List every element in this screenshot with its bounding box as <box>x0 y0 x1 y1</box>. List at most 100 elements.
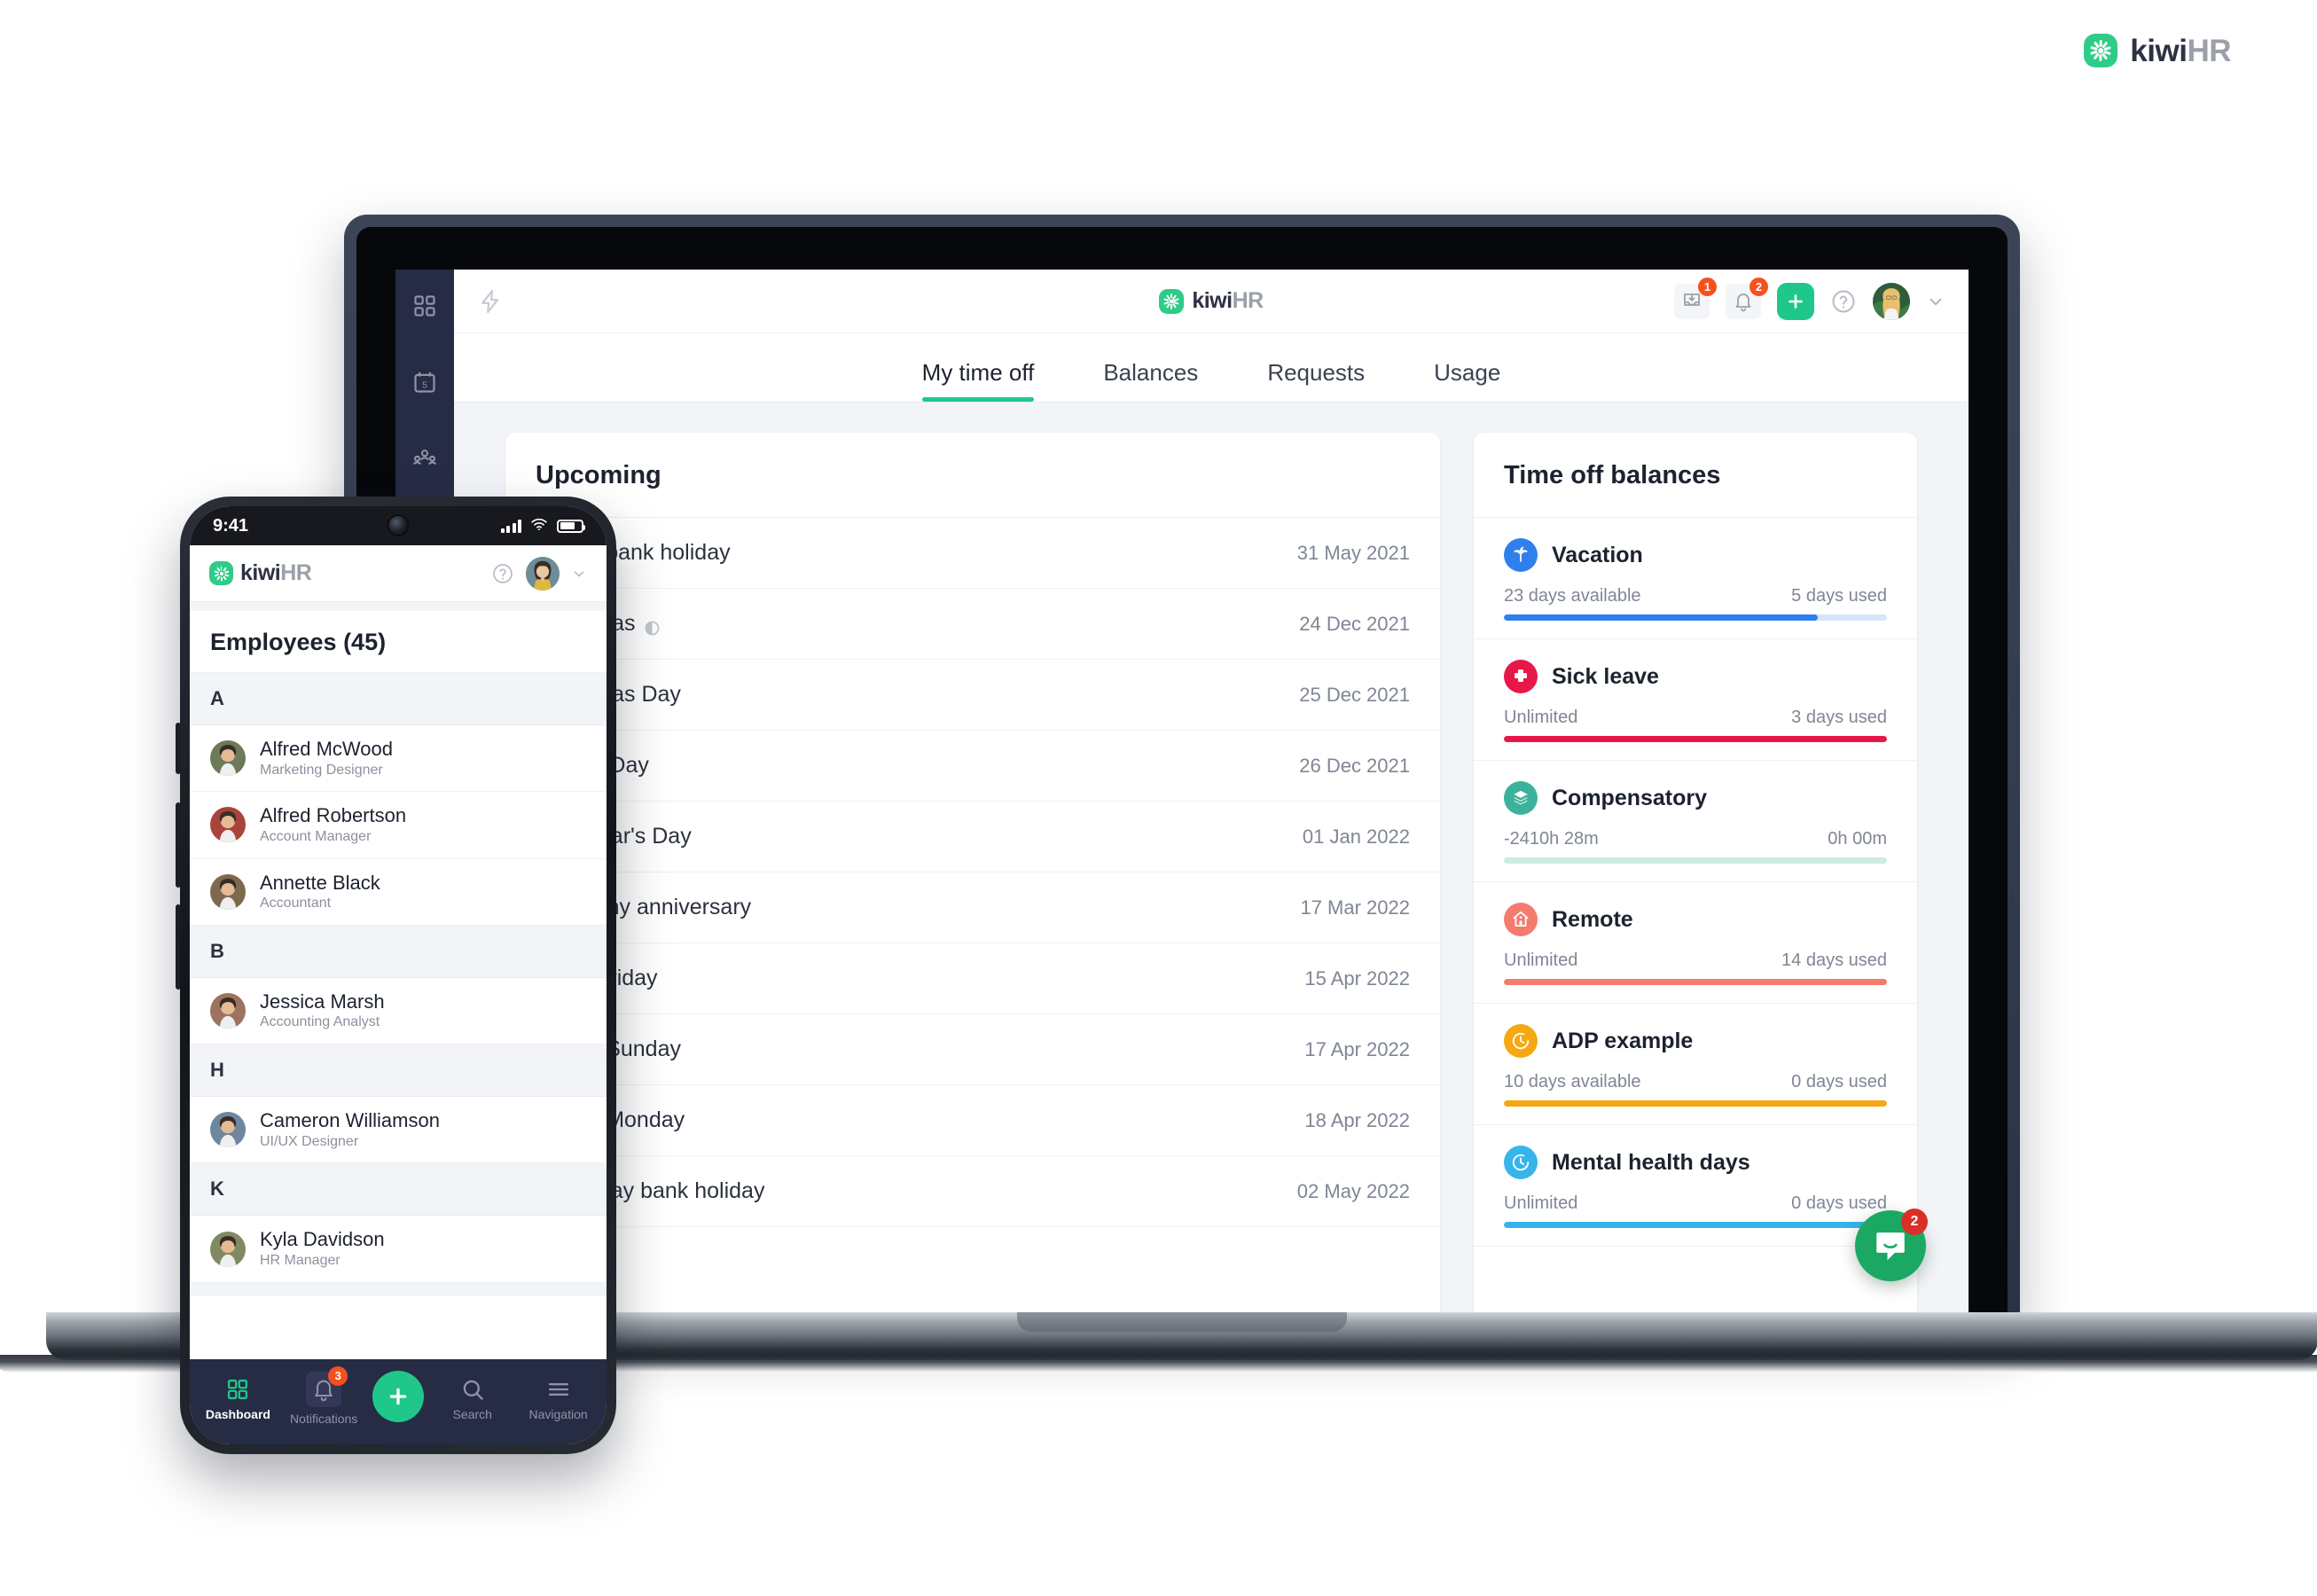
timeoff-tabs: My time off Balances Requests Usage <box>454 333 1969 403</box>
balance-row-head: ADP example <box>1504 1024 1887 1058</box>
employee-avatar <box>210 873 246 910</box>
brand-word-hr: HR <box>1232 288 1264 313</box>
sidebar-item-dashboard[interactable] <box>411 293 438 319</box>
balance-used: 3 days used <box>1791 708 1887 727</box>
nav-item-label: Notifications <box>290 1411 358 1426</box>
employee-list-item[interactable]: Alfred Robertson Account Manager <box>190 792 607 859</box>
kiwihr-brand-logo: kiwiHR <box>2084 34 2231 67</box>
employee-list-item[interactable]: Cameron Williamson UI/UX Designer <box>190 1097 607 1164</box>
balance-meta: 10 days available 0 days used <box>1504 1072 1887 1092</box>
phone-body: 9:41 kiwiHR Employees (45) A Alfred McWo… <box>180 497 616 1454</box>
nav-item-dashboard[interactable]: Dashboard <box>200 1376 275 1421</box>
tab-usage[interactable]: Usage <box>1434 359 1500 402</box>
employee-list-item[interactable]: Annette Black Accountant <box>190 859 607 926</box>
balance-row[interactable]: Sick leave Unlimited 3 days used <box>1474 639 1917 761</box>
employee-section-header-partial <box>190 1282 607 1295</box>
chevron-down-icon[interactable] <box>1926 292 1945 311</box>
create-fab-button[interactable] <box>372 1371 424 1422</box>
balances-list: Vacation 23 days available 5 days used Sick… <box>1474 518 1917 1247</box>
tab-balances[interactable]: Balances <box>1103 359 1198 402</box>
clock-icon <box>1504 1146 1538 1179</box>
intercom-badge: 2 <box>1901 1209 1928 1235</box>
employee-list[interactable]: A Alfred McWood Marketing Designer Alfred R… <box>190 673 607 1359</box>
employee-name: Alfred McWood <box>260 738 393 760</box>
upcoming-row[interactable]: Easter Monday18 Apr 2022 <box>505 1085 1440 1156</box>
chevron-down-icon[interactable] <box>571 566 587 582</box>
balance-progress-bar <box>1504 1100 1887 1107</box>
upcoming-row[interactable]: Christmas Day25 Dec 2021 <box>505 660 1440 731</box>
upcoming-card-header: Upcoming <box>505 433 1440 518</box>
balance-row[interactable]: Mental health days Unlimited 0 days used <box>1474 1125 1917 1247</box>
upcoming-row[interactable]: New Year's Day01 Jan 2022 <box>505 802 1440 872</box>
employee-avatar <box>210 807 246 843</box>
tab-requests[interactable]: Requests <box>1267 359 1365 402</box>
balance-row[interactable]: Vacation 23 days available 5 days used <box>1474 518 1917 639</box>
nav-badge: 3 <box>328 1365 348 1386</box>
user-avatar[interactable] <box>1873 282 1910 320</box>
balance-row[interactable]: Remote Unlimited 14 days used <box>1474 882 1917 1004</box>
upcoming-title: Upcoming <box>536 461 661 489</box>
phone-divider <box>190 602 607 611</box>
balance-available: Unlimited <box>1504 708 1578 727</box>
inbox-button[interactable]: 1 <box>1674 277 1717 319</box>
help-icon[interactable] <box>1830 288 1857 315</box>
balance-name: Mental health days <box>1552 1149 1750 1175</box>
upcoming-row[interactable]: Early May bank holiday 02 May 2022 <box>505 1156 1440 1227</box>
upcoming-row[interactable]: Spring bank holiday 31 May 2021 <box>505 518 1440 589</box>
balance-row-head: Mental health days <box>1504 1146 1887 1179</box>
create-button[interactable] <box>1777 282 1814 320</box>
phone-bottom-nav: Dashboard 3 Notifications Search Navigation <box>190 1359 607 1444</box>
upcoming-row[interactable]: Company anniversary 17 Mar 2022 <box>505 872 1440 943</box>
upcoming-row-date: 02 May 2022 <box>1296 1179 1410 1202</box>
notifications-button[interactable]: 2 <box>1726 277 1768 319</box>
employee-name: Cameron Williamson <box>260 1109 440 1132</box>
balance-meta: Unlimited 3 days used <box>1504 708 1887 728</box>
phone-camera <box>387 514 410 536</box>
intercom-chat-button[interactable]: 2 <box>1855 1209 1928 1281</box>
employee-role: UI/UX Designer <box>260 1133 359 1149</box>
phone-user-avatar[interactable] <box>526 556 560 591</box>
phone-screen: 9:41 kiwiHR Employees (45) A Alfred McWo… <box>190 506 607 1444</box>
upcoming-row[interactable]: Christmas24 Dec 2021 <box>505 589 1440 660</box>
balance-row[interactable]: Compensatory -2410h 28m 0h 00m <box>1474 761 1917 882</box>
upcoming-row-date: 15 Apr 2022 <box>1304 966 1410 990</box>
chat-bubble-icon <box>1876 1232 1905 1261</box>
balance-meta: Unlimited 14 days used <box>1504 951 1887 971</box>
balance-row-head: Vacation <box>1504 538 1887 572</box>
balance-row[interactable]: ADP example 10 days available 0 days used <box>1474 1004 1917 1125</box>
employee-list-item[interactable]: Alfred McWood Marketing Designer <box>190 725 607 793</box>
kiwihr-logo-header: kiwiHR <box>1159 288 1264 314</box>
employee-info: Annette Black Accountant <box>260 871 380 913</box>
sidebar-item-calendar[interactable]: 5 <box>411 369 438 395</box>
nav-item-search[interactable]: Search <box>435 1376 510 1421</box>
upcoming-row-date: 18 Apr 2022 <box>1304 1108 1410 1131</box>
nav-item-notifications[interactable]: 3 Notifications <box>286 1365 361 1426</box>
employee-info: Cameron Williamson UI/UX Designer <box>260 1108 440 1151</box>
lightning-bolt-icon[interactable] <box>477 288 504 315</box>
employee-avatar <box>210 740 246 777</box>
phone-status-icons <box>500 517 585 536</box>
upcoming-row[interactable]: Good Friday15 Apr 2022 <box>505 943 1440 1014</box>
hamburger-menu-icon <box>545 1376 572 1403</box>
employee-section-header: B <box>190 925 607 978</box>
brand-word-kiwi: kiwi <box>240 560 281 585</box>
employee-list-item[interactable]: Kyla Davidson HR Manager <box>190 1216 607 1283</box>
phone-mockup: 9:41 kiwiHR Employees (45) A Alfred McWo… <box>176 497 616 1454</box>
tab-my-time-off[interactable]: My time off <box>921 359 1034 402</box>
employee-list-item[interactable]: Jessica Marsh Accounting Analyst <box>190 978 607 1045</box>
employee-info: Alfred Robertson Account Manager <box>260 803 406 846</box>
nav-item-navigation[interactable]: Navigation <box>521 1376 596 1421</box>
sidebar-item-employees[interactable] <box>411 445 438 472</box>
upcoming-row[interactable]: Boxing Day26 Dec 2021 <box>505 731 1440 802</box>
employee-avatar <box>210 993 246 1029</box>
help-icon[interactable] <box>491 562 514 585</box>
brand-word-hr: HR <box>280 560 312 585</box>
balance-progress-bar <box>1504 857 1887 864</box>
balance-name: Sick leave <box>1552 663 1659 689</box>
employee-role: HR Manager <box>260 1252 341 1268</box>
app-content: Upcoming Spring bank holiday31 May 2021C… <box>454 403 1969 1327</box>
app-header: kiwiHR 1 2 <box>454 270 1969 333</box>
balance-used: 0 days used <box>1791 1193 1887 1213</box>
employee-info: Jessica Marsh Accounting Analyst <box>260 990 385 1032</box>
upcoming-row[interactable]: Easter Sunday17 Apr 2022 <box>505 1014 1440 1085</box>
